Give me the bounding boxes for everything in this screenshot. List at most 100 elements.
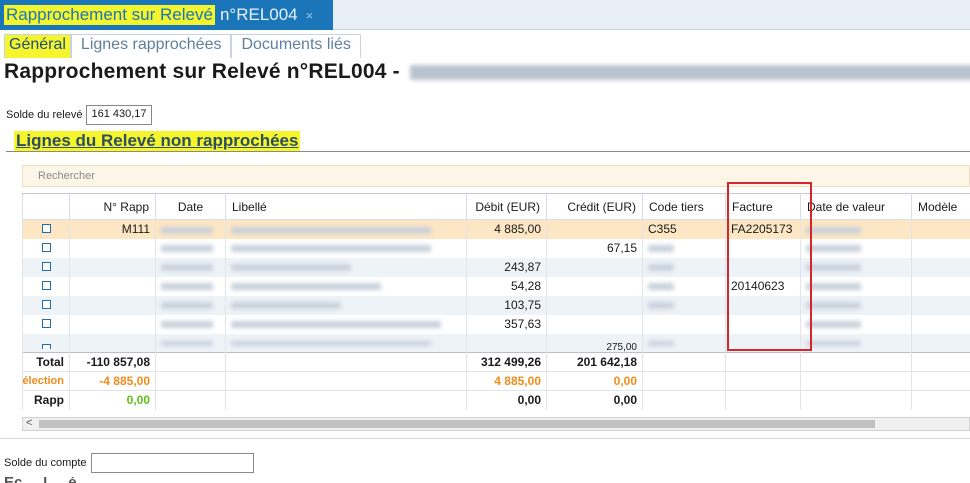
redacted-code-tiers	[648, 302, 674, 310]
cell-facture	[725, 314, 801, 334]
close-icon[interactable]: ×	[306, 8, 314, 23]
cell-debit	[466, 238, 547, 258]
redacted-date-valeur	[806, 341, 861, 347]
redacted-date	[161, 302, 213, 310]
redacted-date-valeur	[806, 264, 861, 272]
solde-compte-label: Solde du compte	[4, 457, 87, 469]
checkbox-icon[interactable]	[41, 300, 51, 309]
page-title: Rapprochement sur Relevé n°REL004 -	[4, 60, 970, 84]
tab-lignes-rapprochees[interactable]: Lignes rapprochées	[70, 34, 232, 58]
column-header-debit[interactable]: Débit (EUR)	[466, 193, 547, 220]
redacted-libelle	[231, 245, 431, 253]
cell-rapp	[69, 257, 156, 277]
document-tab[interactable]: Rapprochement sur Relevé n°REL004 ×	[0, 0, 333, 30]
redacted-date	[161, 245, 213, 253]
subtab-bar: Général Lignes rapprochées Documents lié…	[4, 34, 361, 58]
redacted-date	[161, 264, 213, 272]
cell-rapp	[69, 295, 156, 315]
column-header-code-tiers[interactable]: Code tiers	[642, 193, 726, 220]
solde-releve-row: Solde du relevé 161 430,17	[6, 105, 152, 125]
cell-facture	[725, 238, 801, 258]
redacted-date	[161, 226, 213, 234]
footer-label: Total	[22, 352, 70, 372]
footer-row-rapp: Rapp 0,00 0,00 0,00	[22, 390, 970, 410]
horizontal-scrollbar[interactable]: <	[22, 417, 970, 431]
table-row[interactable]: 357,63	[22, 314, 970, 334]
footer-rapp: -4 885,00	[69, 371, 156, 391]
footer-label: Rapp	[22, 390, 70, 410]
chevron-left-icon[interactable]: <	[26, 417, 32, 429]
column-header-libelle[interactable]: Libellé	[225, 193, 467, 220]
cell-facture	[725, 333, 801, 353]
cell-credit	[546, 276, 643, 296]
page-title-text: Rapprochement sur Relevé n°REL004 -	[4, 60, 400, 83]
table-row[interactable]: 275,00	[22, 333, 970, 353]
redacted-code-tiers	[648, 283, 674, 291]
column-header-date[interactable]: Date	[155, 193, 226, 220]
checkbox-icon[interactable]	[41, 243, 51, 252]
redacted-date-valeur	[806, 321, 861, 329]
redacted-date-valeur	[806, 226, 861, 234]
column-header-modele[interactable]: Modèle	[911, 193, 970, 220]
solde-compte-row: Solde du compte	[4, 453, 254, 473]
cell-code-tiers: C355	[642, 219, 726, 239]
redacted-code-tiers	[648, 264, 674, 272]
cell-code-tiers	[642, 314, 726, 334]
footer-debit: 0,00	[466, 390, 547, 410]
cell-rapp	[69, 314, 156, 334]
column-header-facture[interactable]: Facture	[725, 193, 801, 220]
cell-credit	[546, 314, 643, 334]
footer-rapp: -110 857,08	[69, 352, 156, 372]
footer-credit: 201 642,18	[546, 352, 643, 372]
redacted-date	[161, 321, 213, 329]
solde-compte-field[interactable]	[90, 453, 254, 473]
cell-debit: 243,87	[466, 257, 547, 277]
cell-credit: 275,00	[546, 333, 643, 353]
tab-title: Rapprochement sur Relevé	[4, 5, 215, 25]
checkbox-icon[interactable]	[41, 262, 51, 271]
footer-debit: 4 885,00	[466, 371, 547, 391]
title-bar: Rapprochement sur Relevé n°REL004 ×	[0, 0, 970, 30]
redacted-date-valeur	[806, 302, 861, 310]
redacted-libelle	[231, 321, 441, 329]
cell-credit	[546, 257, 643, 277]
search-input[interactable]: Rechercher	[22, 165, 970, 187]
table-row[interactable]: 103,75	[22, 295, 970, 315]
footer-row-selection: Sélection -4 885,00 4 885,00 0,00	[22, 371, 970, 391]
column-header-rapp[interactable]: N° Rapp	[69, 193, 156, 220]
cut-off-heading: Éc ... l ... é	[4, 477, 77, 483]
column-header-date-valeur[interactable]: Date de valeur	[800, 193, 912, 220]
column-header-credit[interactable]: Crédit (EUR)	[546, 193, 643, 220]
tab-documents-lies[interactable]: Documents liés	[231, 34, 361, 58]
solde-releve-label: Solde du relevé	[6, 109, 83, 121]
table-row[interactable]: 67,15	[22, 238, 970, 258]
footer-row-total: Total -110 857,08 312 499,26 201 642,18	[22, 352, 970, 372]
tab-general[interactable]: Général	[4, 34, 71, 58]
redacted-code-tiers	[648, 341, 674, 347]
table-row[interactable]: M111 4 885,00 C355 FA2205173	[22, 219, 970, 239]
redacted-date	[161, 283, 213, 291]
checkbox-icon[interactable]	[41, 281, 51, 290]
footer-debit: 312 499,26	[466, 352, 547, 372]
footer-rapp: 0,00	[69, 390, 156, 410]
releve-lines-table: N° Rapp Date Libellé Débit (EUR) Crédit …	[22, 193, 970, 410]
column-header-select[interactable]	[22, 193, 70, 220]
checkbox-icon[interactable]	[41, 319, 51, 328]
cell-debit	[466, 333, 547, 353]
redacted-libelle	[231, 264, 351, 272]
redacted-date-valeur	[806, 245, 861, 253]
table-row[interactable]: 54,28 20140623	[22, 276, 970, 296]
scrollbar-thumb[interactable]	[39, 420, 875, 428]
checkbox-icon[interactable]	[41, 344, 51, 349]
cell-rapp	[69, 333, 156, 353]
solde-releve-value: 161 430,17	[86, 105, 152, 125]
tab-number: n°REL004	[219, 5, 298, 24]
redacted-libelle	[231, 302, 341, 310]
checkbox-icon[interactable]	[41, 224, 51, 234]
cell-debit: 54,28	[466, 276, 547, 296]
section-divider	[6, 151, 970, 152]
table-row[interactable]: 243,87	[22, 257, 970, 277]
footer-credit: 0,00	[546, 390, 643, 410]
redacted-title-detail	[409, 64, 970, 80]
cell-credit	[546, 219, 643, 239]
